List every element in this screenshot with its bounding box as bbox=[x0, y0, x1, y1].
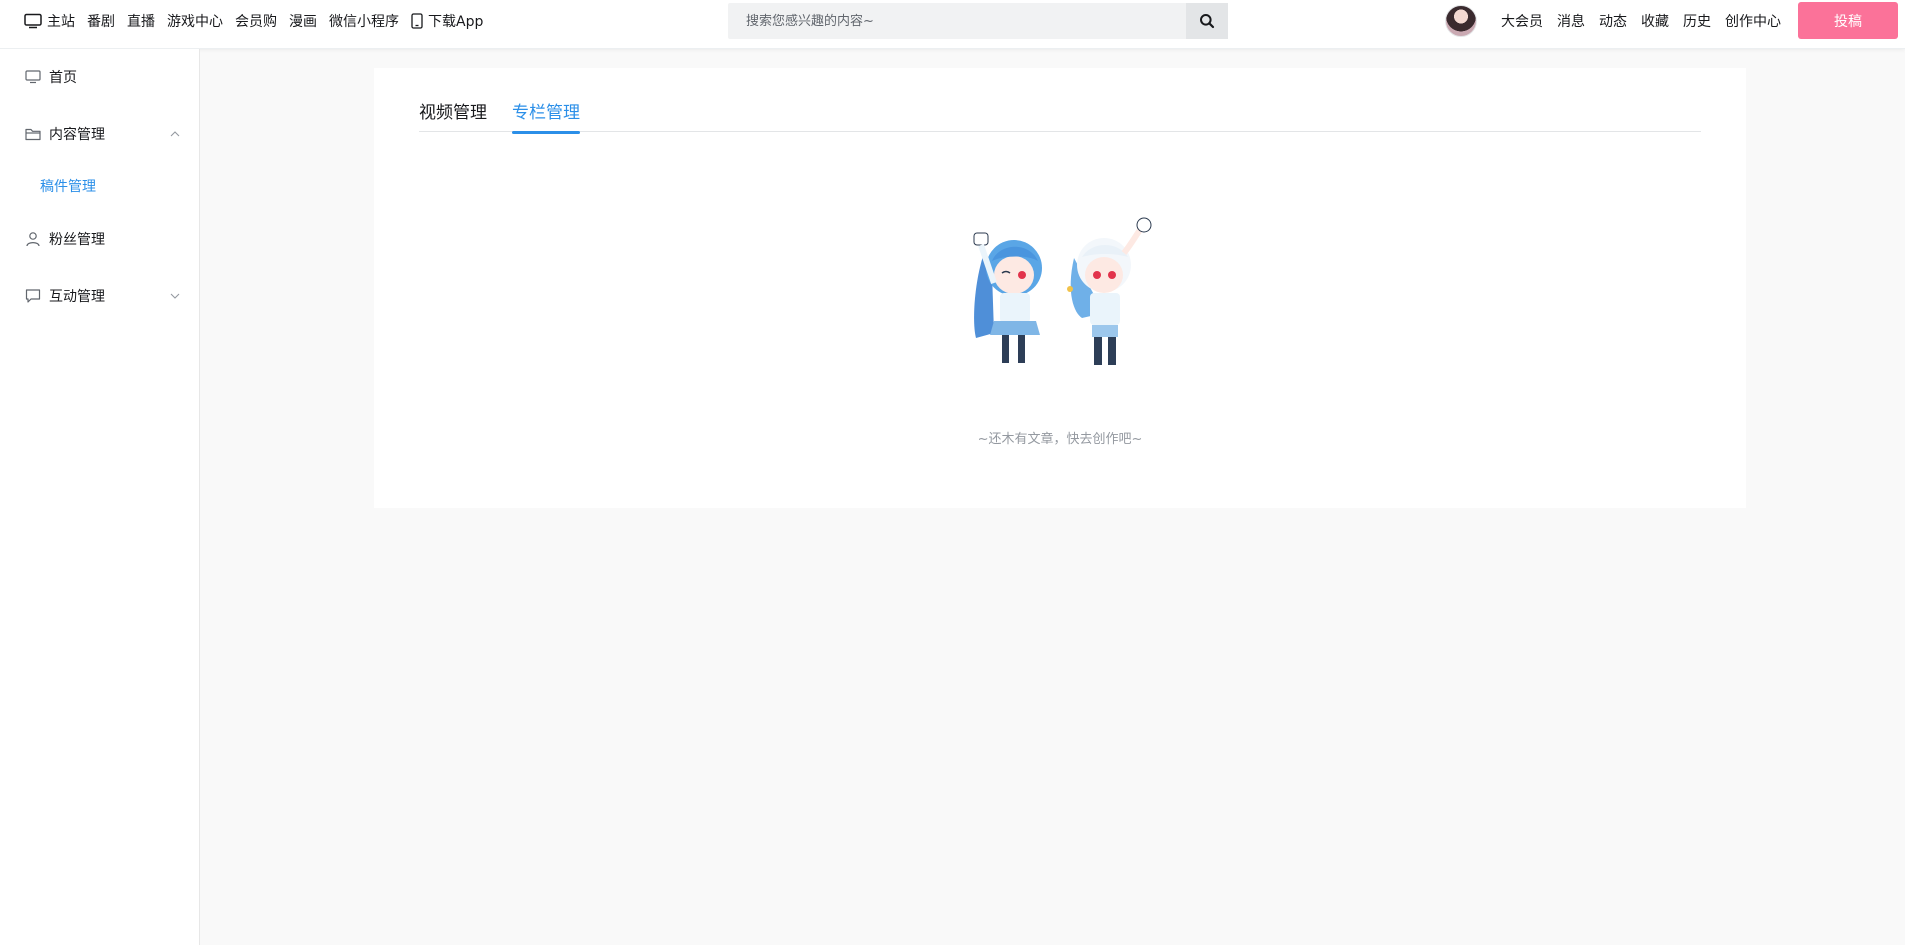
nav-item-live[interactable]: 直播 bbox=[127, 11, 155, 31]
nav-item-live-label: 直播 bbox=[127, 14, 155, 30]
content-card: 视频管理 专栏管理 ~还木有文章，快去创作吧~ bbox=[374, 68, 1746, 508]
top-navbar: 主站 番剧 直播 游戏中心 会员购 漫画 微信小程序 下载App 大会员 消息 … bbox=[0, 0, 1905, 49]
nav-link-favorites[interactable]: 收藏 bbox=[1641, 11, 1669, 31]
sidebar-item-content-management-label: 内容管理 bbox=[49, 127, 105, 143]
nav-link-dynamics[interactable]: 动态 bbox=[1599, 11, 1627, 31]
search-input[interactable] bbox=[728, 3, 1186, 39]
nav-link-creator-center[interactable]: 创作中心 bbox=[1725, 11, 1781, 31]
tab-video-management[interactable]: 视频管理 bbox=[419, 88, 487, 132]
sidebar-item-home-label: 首页 bbox=[49, 70, 77, 86]
sidebar-subitem-manuscript-management[interactable]: 稿件管理 bbox=[40, 176, 96, 196]
nav-item-game-center[interactable]: 游戏中心 bbox=[167, 11, 223, 31]
chat-icon bbox=[24, 287, 42, 305]
nav-item-vip-shop[interactable]: 会员购 bbox=[235, 11, 277, 31]
nav-link-messages[interactable]: 消息 bbox=[1557, 11, 1585, 31]
nav-link-history[interactable]: 历史 bbox=[1683, 11, 1711, 31]
nav-item-manga[interactable]: 漫画 bbox=[289, 11, 317, 31]
nav-item-anime[interactable]: 番剧 bbox=[87, 11, 115, 31]
sidebar-item-interaction-management-label: 互动管理 bbox=[49, 289, 105, 305]
sidebar-item-home[interactable]: 首页 bbox=[24, 65, 180, 89]
tab-bar: 视频管理 专栏管理 bbox=[419, 88, 1701, 134]
nav-item-download-app-label: 下载App bbox=[428, 14, 484, 30]
phone-icon bbox=[411, 13, 423, 29]
search-bar bbox=[728, 3, 1228, 39]
sidebar-item-fans-management[interactable]: 粉丝管理 bbox=[24, 227, 180, 251]
nav-left: 主站 番剧 直播 游戏中心 会员购 漫画 微信小程序 下载App bbox=[24, 0, 483, 42]
user-icon bbox=[24, 230, 42, 248]
avatar[interactable] bbox=[1445, 5, 1477, 37]
folder-icon bbox=[24, 125, 42, 143]
nav-item-home-label: 主站 bbox=[47, 14, 75, 30]
nav-item-wechat-miniapp-label: 微信小程序 bbox=[329, 14, 399, 30]
nav-item-home[interactable]: 主站 bbox=[24, 11, 75, 31]
search-icon bbox=[1199, 13, 1215, 29]
search-button[interactable] bbox=[1186, 3, 1228, 39]
chevron-up-icon bbox=[170, 131, 180, 137]
tv-icon bbox=[24, 13, 42, 29]
sidebar-item-content-management[interactable]: 内容管理 bbox=[24, 122, 180, 146]
nav-item-wechat-miniapp[interactable]: 微信小程序 bbox=[329, 11, 399, 31]
upload-button[interactable]: 投稿 bbox=[1798, 2, 1898, 39]
empty-state-text: ~还木有文章，快去创作吧~ bbox=[977, 432, 1143, 447]
monitor-icon bbox=[24, 68, 42, 86]
nav-right: 大会员 消息 动态 收藏 历史 创作中心 bbox=[1445, 0, 1781, 42]
sidebar-item-interaction-management[interactable]: 互动管理 bbox=[24, 284, 180, 308]
empty-state-illustration bbox=[973, 217, 1152, 365]
nav-item-manga-label: 漫画 bbox=[289, 14, 317, 30]
nav-link-vip[interactable]: 大会员 bbox=[1501, 11, 1543, 31]
sidebar-item-fans-management-label: 粉丝管理 bbox=[49, 232, 105, 248]
nav-item-game-center-label: 游戏中心 bbox=[167, 14, 223, 30]
chevron-down-icon bbox=[170, 293, 180, 299]
nav-item-vip-shop-label: 会员购 bbox=[235, 14, 277, 30]
nav-item-anime-label: 番剧 bbox=[87, 14, 115, 30]
tab-column-management[interactable]: 专栏管理 bbox=[512, 88, 580, 134]
nav-item-download-app[interactable]: 下载App bbox=[411, 11, 483, 31]
sidebar: 首页 内容管理 稿件管理 粉丝管理 互动管理 bbox=[0, 49, 200, 945]
